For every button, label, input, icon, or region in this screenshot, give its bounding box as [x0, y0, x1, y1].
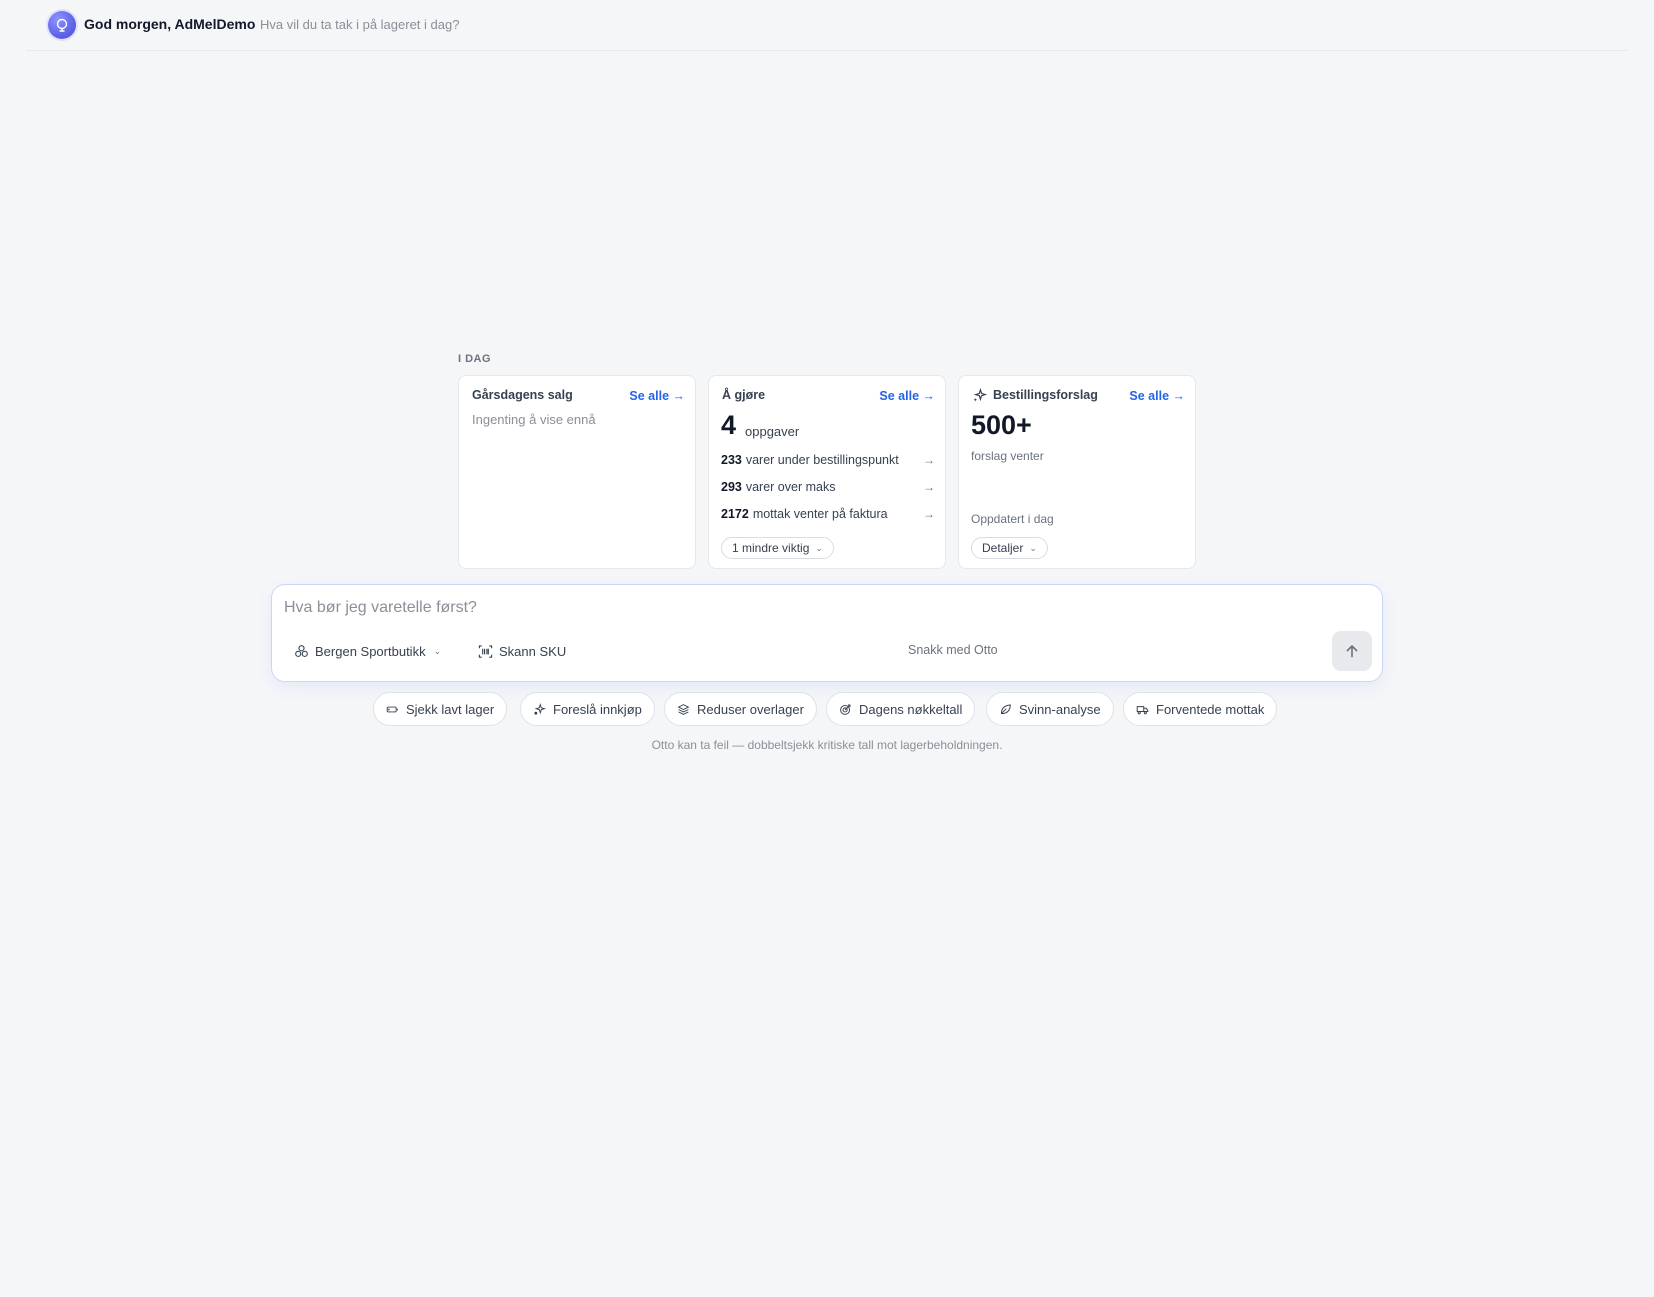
chip-suggest-purchase[interactable]: Foreslå innkjøp [520, 692, 655, 726]
arrow-right-icon: → [923, 507, 935, 521]
chevron-down-icon: ⌄ [815, 542, 823, 553]
todo-card: Å gjøre Se alle → 4 oppgaver 233 varer u… [708, 375, 946, 569]
barcode-scan-icon [478, 644, 493, 658]
task-text: mottak venter på faktura [752, 507, 888, 521]
suggestions-updated: Oppdatert i dag [971, 512, 1054, 526]
task-count: 293 [721, 480, 742, 494]
suggestions-see-all-link[interactable]: Se alle → [1129, 389, 1185, 403]
chat-input[interactable] [284, 595, 1284, 621]
chevron-down-icon: ⌄ [433, 645, 442, 656]
chip-shrinkage-analysis[interactable]: Svinn-analyse [986, 692, 1114, 726]
sales-see-all-link[interactable]: Se alle → [629, 389, 685, 403]
task-row-below-reorder[interactable]: 233 varer under bestillingspunkt → [721, 450, 935, 470]
todo-count: 4 [721, 410, 737, 440]
chip-label: Foreslå innkjøp [553, 701, 642, 717]
chip-daily-kpis[interactable]: Dagens nøkkeltall [826, 692, 976, 726]
disclaimer-text: Otto kan ta feil — dobbeltsjekk kritiske… [651, 738, 1003, 752]
task-text: varer over maks [745, 480, 836, 494]
chip-label: Svinn-analyse [1019, 701, 1101, 717]
sales-card: Gårsdagens salg Se alle → Ingenting å vi… [458, 375, 696, 569]
store-selector-label: Bergen Sportbutikk [315, 643, 426, 659]
chip-label: Sjekk lavt lager [406, 701, 495, 717]
chip-expected-receipts[interactable]: Forventede mottak [1123, 692, 1278, 726]
details-toggle[interactable]: Detaljer ⌄ [971, 537, 1048, 559]
sparkle-icon [973, 388, 987, 402]
greeting-subtitle: Hva vil du ta tak i på lageret i dag? [260, 17, 460, 32]
top-header: God morgen, AdMelDemo Hva vil du ta tak … [26, 0, 1628, 51]
chip-label: Dagens nøkkeltall [859, 701, 963, 717]
suggestions-count: 500+ [971, 410, 1032, 440]
task-text: varer under bestillingspunkt [745, 453, 899, 467]
task-count: 2172 [721, 507, 749, 521]
sales-empty-text: Ingenting å vise ennå [472, 412, 596, 427]
suggestions-subtext: forslag venter [971, 449, 1044, 463]
arrow-right-icon: → [923, 480, 935, 494]
chip-reduce-overstock[interactable]: Reduser overlager [664, 692, 817, 726]
target-icon [840, 704, 851, 715]
sparkle-icon [534, 702, 546, 715]
arrow-right-icon: → [923, 453, 935, 467]
task-row-over-max[interactable]: 293 varer over maks → [721, 477, 935, 497]
details-label: Detaljer [982, 541, 1024, 555]
less-important-toggle[interactable]: 1 mindre viktig ⌄ [721, 537, 834, 559]
scan-sku-label: Skann SKU [499, 643, 567, 659]
less-important-label: 1 mindre viktig [732, 541, 810, 555]
section-label-today: I DAG [458, 353, 492, 365]
scan-sku-button[interactable]: Skann SKU [478, 640, 566, 662]
greeting-title: God morgen, AdMelDemo [84, 16, 256, 32]
sales-card-title: Gårsdagens salg [472, 388, 573, 402]
battery-low-icon [386, 706, 398, 712]
chip-low-stock[interactable]: Sjekk lavt lager [373, 692, 508, 726]
store-selector[interactable]: Bergen Sportbutikk ⌄ [294, 640, 441, 662]
leaf-icon [1000, 704, 1011, 714]
order-suggestions-card: Bestillingsforslag Se alle → 500+ forsla… [958, 375, 1196, 569]
send-button[interactable] [1332, 631, 1372, 671]
suggestions-card-title: Bestillingsforslag [993, 388, 1098, 402]
todo-see-all-link[interactable]: Se alle → [879, 389, 935, 403]
task-count: 233 [721, 453, 742, 467]
layers-icon [677, 703, 690, 715]
todo-card-title: Å gjøre [722, 388, 766, 402]
chevron-down-icon: ⌄ [1029, 542, 1037, 553]
robot-icon [48, 11, 76, 39]
arrow-up-icon [1346, 645, 1358, 658]
chip-label: Reduser overlager [697, 701, 804, 717]
chip-label: Forventede mottak [1156, 701, 1265, 717]
talk-with-otto-button[interactable]: Snakk med Otto [908, 643, 998, 657]
task-row-awaiting-invoice[interactable]: 2172 mottak venter på faktura → [721, 504, 935, 524]
store-icon [295, 644, 308, 657]
truck-icon [1136, 705, 1149, 714]
chat-composer: Bergen Sportbutikk ⌄ Skann SKU Snakk med… [271, 584, 1383, 682]
todo-unit: oppgaver [745, 424, 800, 439]
